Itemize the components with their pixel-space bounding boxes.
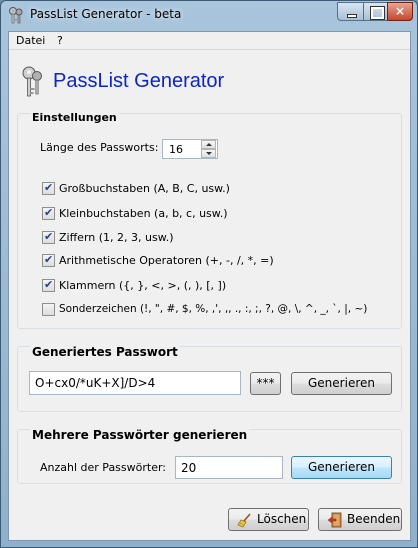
close-icon: × — [394, 4, 406, 18]
password-count-input[interactable] — [176, 457, 282, 478]
password-length-value[interactable]: 16 — [169, 143, 183, 156]
generated-password-field[interactable] — [29, 371, 241, 395]
exit-button[interactable]: Beenden — [318, 508, 402, 531]
generated-password-group-title: Generiertes Passwort — [30, 345, 180, 359]
app-header-title: PassList Generator — [53, 70, 225, 92]
password-count-field[interactable] — [175, 456, 283, 479]
option-uppercase-checkbox[interactable] — [42, 181, 55, 195]
password-count-label: Anzahl der Passwörter: — [40, 461, 167, 474]
exit-button-label[interactable]: Beenden — [347, 509, 400, 530]
close-button[interactable]: × — [387, 2, 413, 21]
option-operators-checkbox[interactable] — [42, 253, 55, 267]
multiple-passwords-group-title: Mehrere Passwörter generieren — [30, 428, 250, 442]
mask-password-button[interactable]: *** — [250, 372, 281, 395]
clear-button-label[interactable]: Löschen — [257, 509, 306, 530]
clear-button[interactable]: Löschen — [228, 508, 309, 531]
option-digits-label[interactable]: Ziffern (1, 2, 3, usw.) — [59, 231, 173, 244]
menu-datei[interactable]: Datei — [16, 34, 45, 47]
broom-icon — [237, 513, 251, 528]
option-brackets-label[interactable]: Klammern ({, }, <, >, (, ), [, ]) — [59, 279, 226, 292]
option-operators-label[interactable]: Arithmetische Operatoren (+, -, /, *, =) — [59, 254, 274, 267]
option-lowercase-label[interactable]: Kleinbuchstaben (a, b, c, usw.) — [59, 207, 228, 220]
menu-help[interactable]: ? — [57, 34, 63, 47]
keys-icon — [22, 66, 42, 97]
option-special-label[interactable]: Sonderzeichen (!, ", #, $, %, ,', ,, ., … — [59, 303, 367, 315]
client-area: Datei ? PassList Generator Einstellungen… — [8, 31, 411, 541]
password-length-label: Länge des Passworts: — [40, 141, 159, 154]
option-special-checkbox[interactable] — [42, 303, 55, 316]
maximize-button[interactable] — [363, 2, 388, 21]
generated-password-input[interactable] — [30, 372, 240, 394]
generate-password-button[interactable]: Generieren — [291, 372, 392, 395]
menu-bar: Datei ? — [9, 32, 410, 50]
minimize-button[interactable] — [337, 2, 364, 21]
title-bar[interactable]: PassList Generator - beta × — [1, 1, 417, 29]
option-brackets-checkbox[interactable] — [42, 278, 55, 292]
generate-multiple-button[interactable]: Generieren — [291, 456, 392, 479]
password-length-spinner[interactable]: 16 — [162, 139, 218, 159]
window-title: PassList Generator - beta — [30, 7, 182, 21]
exit-door-icon — [327, 512, 342, 528]
spin-down-icon[interactable] — [201, 149, 216, 158]
spin-up-icon[interactable] — [201, 140, 216, 149]
settings-group-title: Einstellungen — [30, 111, 119, 124]
app-window: PassList Generator - beta × Datei ? Pass… — [0, 0, 418, 548]
option-digits-checkbox[interactable] — [42, 230, 55, 244]
keys-icon — [9, 7, 23, 24]
option-lowercase-checkbox[interactable] — [42, 206, 55, 220]
option-uppercase-label[interactable]: Großbuchstaben (A, B, C, usw.) — [59, 182, 230, 195]
